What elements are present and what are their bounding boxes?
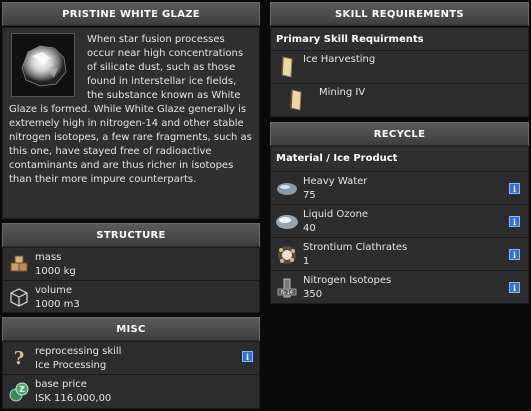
liquid-ozone-info-icon[interactable]: i — [509, 216, 520, 227]
description-panel: When star fusion processes occur near hi… — [2, 27, 260, 219]
skill-row-ice-harvesting[interactable]: Ice Harvesting — [271, 50, 528, 83]
material-qty: 1 — [303, 256, 310, 267]
skill-row-mining-iv[interactable]: Mining IV — [271, 83, 528, 116]
strontium-clathrates-info-icon[interactable]: i — [509, 249, 520, 260]
white-glaze-ice-icon — [11, 33, 75, 97]
mass-value: 1000 kg — [35, 266, 76, 277]
skill-name: Ice Harvesting — [303, 54, 376, 65]
svg-text:Z: Z — [19, 385, 25, 394]
skill-name: Mining IV — [319, 87, 366, 98]
material-qty: 40 — [303, 223, 316, 234]
base-price-value: ISK 116.000,00 — [35, 393, 112, 404]
recycle-row-heavy-water[interactable]: Heavy Water 75 i — [271, 171, 528, 204]
misc-row-base-price: Z base price ISK 116.000,00 — [3, 374, 259, 408]
volume-label: volume — [35, 285, 73, 296]
nitrogen-isotopes-icon: N-14 — [271, 271, 303, 304]
misc-row-reprocessing: ? reprocessing skill Ice Processing i — [3, 342, 259, 374]
material-name: Heavy Water — [303, 176, 368, 187]
liquid-ozone-icon — [271, 205, 303, 238]
structure-panel: mass 1000 kg volume 1000 m3 — [2, 247, 260, 313]
recycle-row-nitrogen-isotopes[interactable]: N-14 Nitrogen Isotopes 350 i — [271, 270, 528, 303]
skillbook-icon — [271, 84, 303, 117]
skillbook-icon — [271, 51, 303, 84]
heavy-water-icon — [271, 172, 303, 205]
skills-subtitle: Primary Skill Requirments — [271, 28, 528, 50]
structure-title: STRUCTURE — [96, 229, 166, 241]
heavy-water-info-icon[interactable]: i — [509, 183, 520, 194]
material-name: Liquid Ozone — [303, 209, 369, 220]
mass-label: mass — [35, 252, 62, 263]
recycle-row-strontium-clathrates[interactable]: Strontium Clathrates 1 i — [271, 237, 528, 270]
nitrogen-isotopes-info-icon[interactable]: i — [509, 282, 520, 293]
recycle-header: RECYCLE — [270, 122, 529, 146]
material-name: Nitrogen Isotopes — [303, 275, 392, 286]
description-title: PRISTINE WHITE GLAZE — [62, 8, 200, 20]
reprocessing-value: Ice Processing — [35, 360, 107, 371]
recycle-row-liquid-ozone[interactable]: Liquid Ozone 40 i — [271, 204, 528, 237]
misc-header: MISC — [2, 317, 260, 341]
reprocessing-info-icon[interactable]: i — [242, 351, 253, 362]
recycle-subtitle: Material / Ice Product — [271, 147, 528, 171]
mass-icon — [3, 248, 35, 280]
description-header: PRISTINE WHITE GLAZE — [2, 2, 260, 26]
material-qty: 75 — [303, 190, 316, 201]
reprocessing-label: reprocessing skill — [35, 346, 122, 357]
material-name: Strontium Clathrates — [303, 242, 408, 253]
misc-title: MISC — [116, 323, 146, 335]
material-qty: 350 — [303, 289, 323, 300]
recycle-title: RECYCLE — [373, 128, 426, 140]
volume-value: 1000 m3 — [35, 299, 80, 310]
misc-panel: ? reprocessing skill Ice Processing i Z … — [2, 341, 260, 409]
isk-price-icon: Z — [3, 375, 35, 409]
question-mark-icon: ? — [13, 347, 25, 369]
skills-panel: Primary Skill Requirments Ice Harvesting… — [270, 27, 529, 117]
svg-text:N-14: N-14 — [281, 290, 293, 296]
strontium-clathrates-icon — [271, 238, 303, 271]
structure-header: STRUCTURE — [2, 223, 260, 247]
structure-row-mass: mass 1000 kg — [3, 248, 259, 280]
skills-title: SKILL REQUIREMENTS — [335, 8, 464, 20]
structure-row-volume: volume 1000 m3 — [3, 280, 259, 312]
volume-cube-icon — [3, 281, 35, 313]
base-price-label: base price — [35, 379, 87, 390]
skills-header: SKILL REQUIREMENTS — [270, 2, 529, 26]
recycle-panel: Material / Ice Product Heavy Water 75 i — [270, 146, 529, 304]
